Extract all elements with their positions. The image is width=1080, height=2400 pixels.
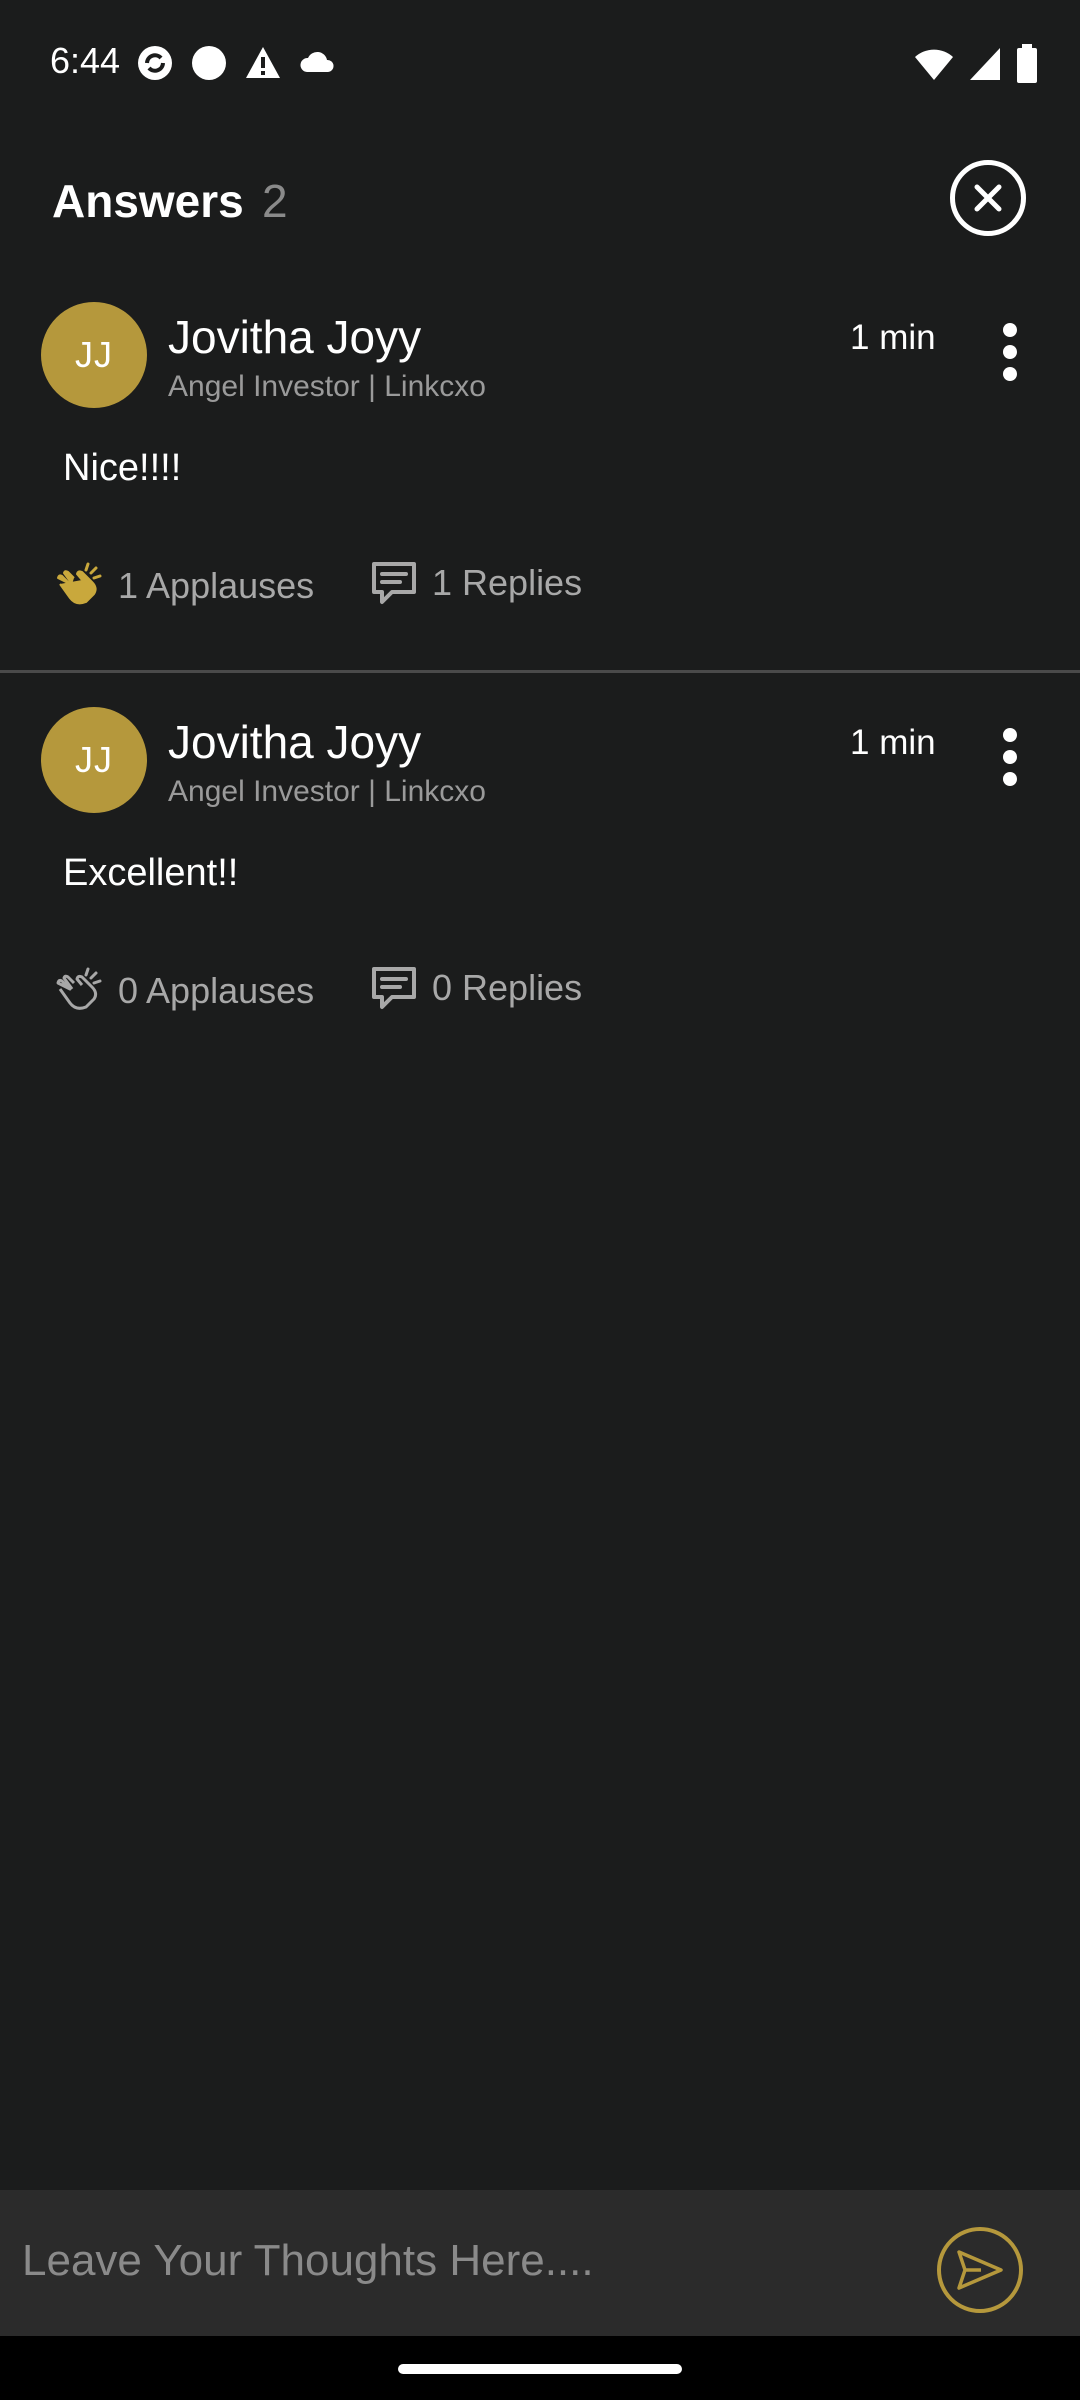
comment-input[interactable] <box>20 2210 904 2312</box>
status-icons-left <box>136 44 338 82</box>
answer-text: Excellent!! <box>63 852 239 894</box>
author-subtitle: Angel Investor | Linkcxo <box>168 370 486 403</box>
clap-icon <box>56 967 102 1010</box>
close-icon <box>974 184 1002 212</box>
answer-text: Nice!!!! <box>63 447 182 489</box>
cloud-icon <box>300 51 334 72</box>
replies-count: 1 Replies <box>432 562 583 603</box>
answers-header: Answers 2 <box>0 150 1080 250</box>
applause-count: 1 Applauses <box>118 565 315 606</box>
divider <box>0 670 1080 673</box>
avatar[interactable]: JJ <box>41 707 147 813</box>
author-name[interactable]: Jovitha Joyy <box>168 715 421 769</box>
answers-count: 2 <box>262 175 288 227</box>
comment-icon <box>372 562 416 604</box>
answer-card: JJ Jovitha Joyy Angel Investor | Linkcxo… <box>0 280 1080 680</box>
status-icons-right <box>914 44 1038 84</box>
answer-card: JJ Jovitha Joyy Angel Investor | Linkcxo… <box>0 685 1080 1085</box>
page-title: Answers <box>52 175 244 227</box>
author-name[interactable]: Jovitha Joyy <box>168 310 421 364</box>
applause-button[interactable]: 0 Applauses <box>52 965 314 1017</box>
replies-count: 0 Replies <box>432 967 583 1008</box>
comment-bar <box>0 2190 1080 2336</box>
clap-icon <box>57 562 102 605</box>
circle-icon <box>192 46 226 80</box>
close-button[interactable] <box>950 160 1026 236</box>
applause-button[interactable]: 1 Applauses <box>52 560 314 612</box>
more-vertical-icon <box>1003 323 1017 381</box>
replies-button[interactable]: 0 Replies <box>370 965 582 1011</box>
comment-icon <box>372 967 416 1009</box>
send-button[interactable] <box>937 2227 1023 2313</box>
home-gesture-handle[interactable] <box>398 2364 682 2374</box>
wifi-icon <box>915 49 953 80</box>
battery-icon <box>1017 44 1037 83</box>
send-icon <box>957 2250 1003 2290</box>
status-time: 6:44 <box>50 40 121 81</box>
timestamp: 1 min <box>850 318 936 357</box>
navigation-bar <box>0 2336 1080 2400</box>
more-options-button[interactable] <box>990 320 1030 384</box>
avatar[interactable]: JJ <box>41 302 147 408</box>
replies-button[interactable]: 1 Replies <box>370 560 582 606</box>
timestamp: 1 min <box>850 723 936 762</box>
signal-icon <box>970 48 1000 80</box>
applause-count: 0 Applauses <box>118 970 315 1011</box>
status-bar: 6:44 <box>0 0 1080 130</box>
more-options-button[interactable] <box>990 725 1030 789</box>
sync-icon <box>138 46 172 80</box>
warning-icon <box>246 47 280 78</box>
more-vertical-icon <box>1003 728 1017 786</box>
author-subtitle: Angel Investor | Linkcxo <box>168 775 486 808</box>
